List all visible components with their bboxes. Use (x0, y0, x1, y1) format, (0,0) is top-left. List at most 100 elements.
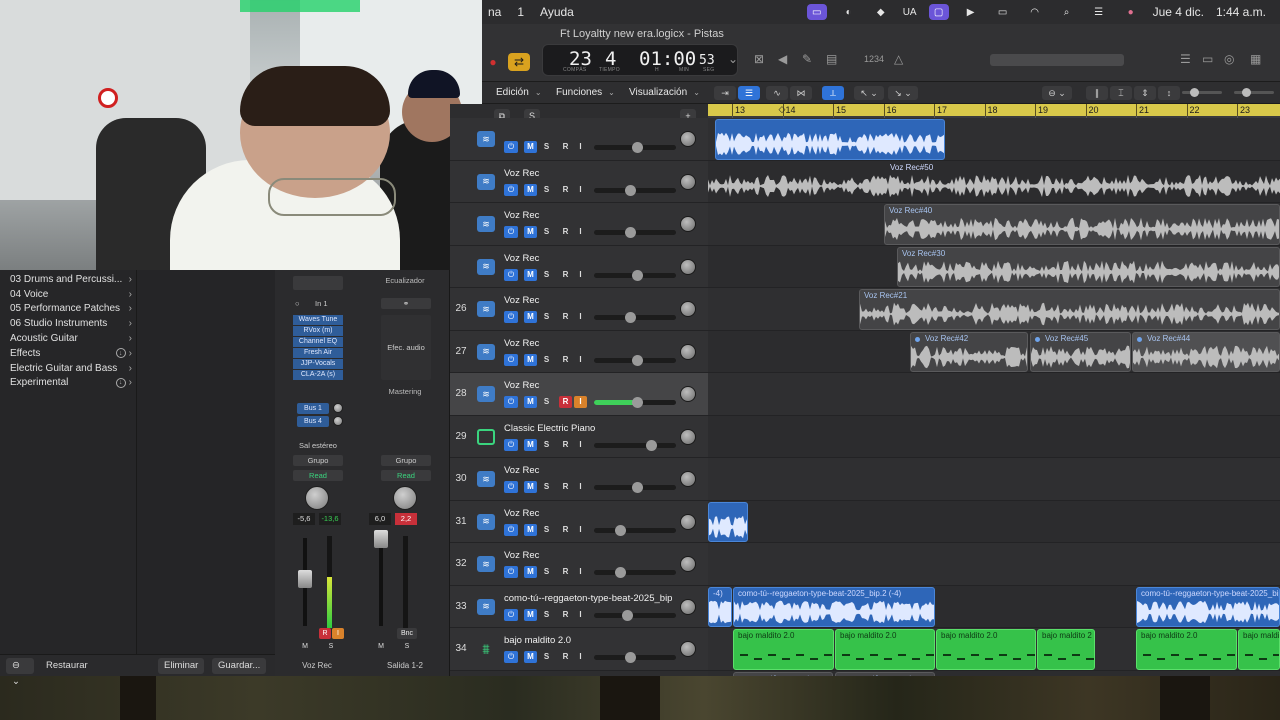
track-lane[interactable] (708, 458, 1280, 501)
plugin-slot[interactable]: CLA-2A (s) (293, 370, 343, 380)
plugin-slot[interactable]: RVox (m) (293, 326, 343, 336)
loop-browser-icon[interactable]: ◎ (1224, 52, 1234, 66)
audio-region[interactable]: Voz Rec#30 (897, 246, 1280, 287)
input-monitor-button[interactable]: I (574, 524, 587, 536)
track-on-off-icon[interactable]: ⏻ (504, 481, 518, 493)
track-header[interactable]: 26 ≋ Voz Rec ⏻ M S R I (450, 288, 708, 331)
track-volume-slider[interactable] (594, 609, 676, 621)
audio-region[interactable]: Voz Rec#45 (1030, 331, 1131, 372)
output-slot[interactable]: Sal estéreo (293, 440, 343, 451)
solo-button[interactable]: S (540, 226, 553, 238)
audio-region[interactable] (708, 501, 748, 542)
record-enable-button[interactable]: R (559, 141, 572, 153)
pointer-tool-menu[interactable]: ↖ ⌄ (854, 86, 884, 100)
chevron-down-icon[interactable]: ⌄ (728, 52, 738, 66)
track-volume-slider[interactable] (594, 354, 676, 366)
track-name[interactable]: Voz Rec (504, 253, 704, 264)
group-view-button[interactable]: ☰ (738, 86, 760, 100)
siri-icon[interactable]: ● (1121, 4, 1141, 20)
solo-button[interactable]: S (540, 311, 553, 323)
audio-region[interactable]: como-tú--reggaeton-... (733, 671, 833, 676)
plugin-slot[interactable]: Fresh Air (293, 348, 343, 358)
slider-thumb[interactable] (625, 184, 637, 196)
score-icon[interactable]: ▤ (826, 52, 837, 66)
record-enable-button[interactable]: R (559, 524, 572, 536)
pan-knob[interactable] (680, 471, 696, 487)
pan-knob[interactable] (680, 343, 696, 360)
mute-button[interactable]: M (524, 523, 537, 536)
keyboard-input-indicator[interactable]: UA (903, 7, 917, 18)
track-volume-slider[interactable] (594, 652, 676, 663)
battery-icon[interactable]: ▭ (993, 4, 1013, 20)
solo-button[interactable]: S (540, 609, 553, 621)
midi-region[interactable]: bajo maldito 2 (1037, 629, 1095, 670)
solo-button[interactable]: S (540, 354, 553, 366)
mute-button[interactable]: M (524, 608, 537, 621)
input-monitor-button[interactable]: I (574, 651, 587, 663)
send-slot[interactable]: Bus 1 (297, 403, 329, 414)
bounce-button[interactable]: Bnc (397, 628, 417, 639)
track-name[interactable]: Voz Rec (504, 508, 704, 519)
track-header[interactable]: 28 ≋ Voz Rec ⏻ M S R I (450, 373, 708, 416)
mute-button[interactable]: M (524, 268, 537, 281)
menu-item-help[interactable]: Ayuda (532, 5, 582, 19)
input-monitor-button[interactable]: I (574, 141, 587, 153)
track-header[interactable]: 30 ≋ Voz Rec ⏻ M S R I (450, 458, 708, 501)
audio-region[interactable]: Voz Rec#44 (1132, 331, 1280, 372)
pan-knob[interactable] (680, 216, 696, 232)
track-header[interactable]: 27 ≋ Voz Rec ⏻ M S R I (450, 330, 708, 373)
count-in-button[interactable]: 1234 (864, 54, 884, 64)
slider-thumb[interactable] (621, 609, 633, 621)
track-header[interactable]: ≋ Voz Rec ⏻ M S R I (450, 245, 708, 288)
track-name[interactable]: Voz Rec (504, 295, 704, 306)
group-slot[interactable]: Grupo (293, 455, 343, 466)
mute-button[interactable]: M (524, 566, 537, 578)
audio-region[interactable]: -4) (708, 586, 732, 627)
solo-button[interactable]: S (540, 184, 553, 196)
tuner-icon[interactable]: ⊠ (754, 52, 764, 66)
mute-button[interactable]: M (524, 311, 537, 323)
track-header[interactable]: 31 ≋ Voz Rec ⏻ M S R I (450, 500, 708, 543)
midi-region[interactable]: bajo maldito 2.0 (835, 629, 935, 670)
slider-thumb[interactable] (1242, 88, 1251, 97)
audio-region[interactable]: Voz Rec#50 (708, 162, 1280, 203)
track-name[interactable]: bajo maldito 2.0 (504, 635, 704, 646)
delete-button[interactable]: Eliminar (158, 658, 205, 674)
play-icon[interactable]: ▶ (961, 4, 981, 20)
library-item[interactable]: 04 Voice › (0, 287, 136, 302)
track-volume-slider[interactable] (594, 269, 676, 281)
pan-knob[interactable] (680, 173, 696, 190)
slider-thumb[interactable] (1190, 88, 1199, 97)
input-monitor-button[interactable]: I (574, 184, 587, 196)
cycle-button[interactable]: ⇄ (508, 53, 530, 71)
eq-thumbnail[interactable] (293, 276, 343, 290)
slider-thumb[interactable] (631, 482, 643, 493)
track-volume-slider[interactable] (594, 227, 676, 238)
input-slot[interactable]: ○ In 1 (293, 298, 343, 309)
scrub-bar[interactable] (990, 54, 1124, 66)
menu-item[interactable]: na (480, 5, 509, 19)
track-on-off-icon[interactable]: ⏻ (504, 183, 518, 196)
zoom-menu[interactable]: ⊖ ⌄ (1042, 86, 1072, 100)
audio-region[interactable]: Voz Rec#42 (910, 331, 1028, 372)
solo-button[interactable]: S (540, 524, 553, 536)
track-name[interactable]: Classic Electric Piano (504, 423, 704, 434)
record-enable-button[interactable]: R (559, 354, 572, 366)
record-enable-button[interactable]: R (559, 566, 572, 578)
input-monitor-button[interactable]: I (574, 354, 587, 366)
pencil-tool-menu[interactable]: ↘ ⌄ (888, 86, 918, 100)
menu-time[interactable]: 1:44 a.m. (1216, 5, 1266, 19)
horizontal-zoom-icon[interactable]: ⇕ (1134, 86, 1156, 100)
track-header[interactable]: 32 ≋ Voz Rec ⏻ M S R I (450, 543, 708, 586)
track-header[interactable]: 33 ≋ como-tú--reggaeton-type-beat-2025_bip… (450, 585, 708, 628)
bar-ruler[interactable]: 13 14 15 16 17 18 19 20 21 22 23 ◇ (708, 104, 1280, 116)
track-name[interactable]: Voz Rec (504, 168, 704, 179)
mute-button[interactable]: M (524, 226, 537, 238)
midi-region[interactable]: bajo maldito 2.0 (733, 629, 834, 670)
solo-button[interactable]: S (540, 481, 553, 493)
track-lane[interactable] (708, 543, 1280, 586)
send-level-knob[interactable] (333, 416, 343, 426)
volume-fader-track[interactable] (379, 538, 383, 626)
link-icon[interactable]: ⚭ (381, 298, 431, 309)
library-item[interactable]: 05 Performance Patches › (0, 302, 136, 317)
